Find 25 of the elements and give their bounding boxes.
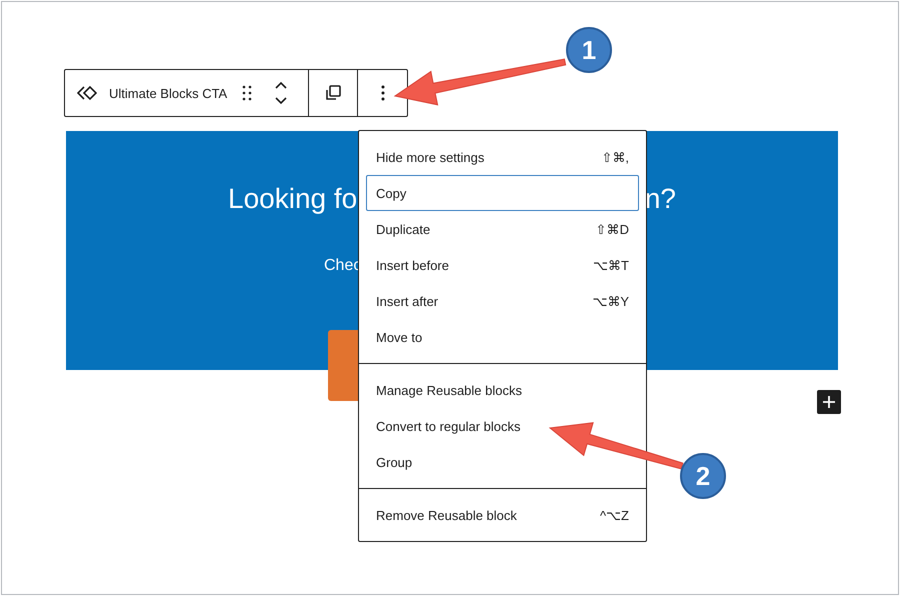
menu-item[interactable]: Remove Reusable block ^⌥Z	[366, 497, 639, 533]
banner-heading: n?	[644, 183, 676, 215]
menu-item[interactable]: Move to	[366, 319, 639, 355]
keyboard-shortcut: ⇧⌘,	[601, 150, 629, 164]
banner-heading: Looking fo	[228, 183, 358, 215]
keyboard-shortcut: ⇧⌘D	[596, 222, 629, 236]
menu-item[interactable]: Group	[366, 444, 639, 480]
step-badge: 1	[566, 27, 612, 73]
menu-item[interactable]: Insert before ⌥⌘T	[366, 247, 639, 283]
block-name: Ultimate Blocks CTA	[109, 86, 228, 100]
menu-item[interactable]: Hide more settings ⇧⌘,	[366, 139, 639, 175]
menu-item[interactable]: Convert to regular blocks	[366, 408, 639, 444]
menu-item[interactable]: Copy	[366, 175, 639, 211]
duplicate-icon[interactable]	[324, 84, 342, 102]
more-options-icon[interactable]	[380, 85, 385, 101]
keyboard-shortcut: ⌥⌘T	[593, 258, 629, 272]
menu-item[interactable]: Insert after ⌥⌘Y	[366, 283, 639, 319]
keyboard-shortcut: ⌥⌘Y	[592, 294, 629, 308]
block-icon	[77, 85, 99, 101]
menu-item[interactable]: Duplicate ⇧⌘D	[366, 211, 639, 247]
step-badge: 2	[680, 453, 726, 499]
menu-item[interactable]: Manage Reusable blocks	[366, 372, 639, 408]
keyboard-shortcut: ^⌥Z	[600, 508, 629, 522]
plus-icon	[822, 395, 836, 409]
add-block-button[interactable]	[817, 390, 841, 414]
